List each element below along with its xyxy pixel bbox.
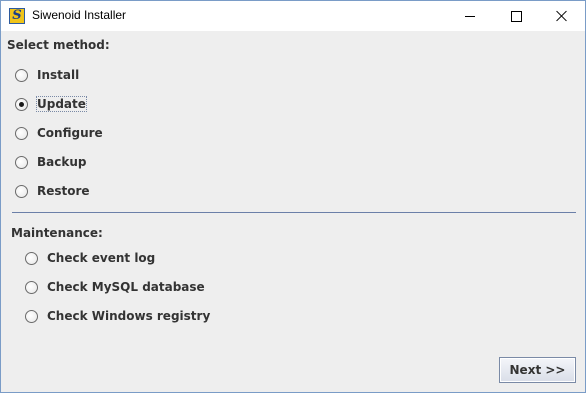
radio-update[interactable]: Update bbox=[15, 94, 87, 114]
maximize-button[interactable] bbox=[493, 1, 539, 31]
radio-label: Backup bbox=[37, 155, 87, 169]
radio-label: Configure bbox=[37, 126, 103, 140]
radio-label: Check MySQL database bbox=[47, 280, 205, 294]
radio-button[interactable] bbox=[15, 155, 28, 169]
radio-backup[interactable]: Backup bbox=[15, 152, 87, 172]
section-separator bbox=[12, 212, 576, 213]
radio-label: Update bbox=[36, 96, 87, 112]
radio-install[interactable]: Install bbox=[15, 65, 80, 85]
maximize-icon bbox=[510, 10, 522, 22]
close-button[interactable] bbox=[539, 1, 585, 31]
installer-window: S Siwenoid Installer Select method: Inst… bbox=[0, 0, 586, 393]
radio-button[interactable] bbox=[25, 309, 38, 323]
radio-button[interactable] bbox=[15, 68, 28, 82]
minimize-icon bbox=[465, 15, 475, 17]
radio-restore[interactable]: Restore bbox=[15, 181, 91, 201]
maintenance-heading: Maintenance: bbox=[11, 226, 103, 240]
radio-label: Check Windows registry bbox=[47, 309, 211, 323]
radio-button[interactable] bbox=[15, 126, 28, 140]
radio-button[interactable] bbox=[15, 184, 28, 198]
next-button[interactable]: Next >> bbox=[499, 357, 576, 383]
radio-button[interactable] bbox=[25, 251, 38, 265]
title-bar[interactable]: S Siwenoid Installer bbox=[1, 1, 585, 31]
close-icon bbox=[556, 10, 568, 22]
window-title: Siwenoid Installer bbox=[32, 8, 127, 22]
app-logo-icon: S bbox=[9, 8, 25, 24]
minimize-button[interactable] bbox=[447, 1, 493, 31]
radio-configure[interactable]: Configure bbox=[15, 123, 104, 143]
radio-label: Install bbox=[37, 68, 80, 82]
radio-check-windows-registry[interactable]: Check Windows registry bbox=[25, 306, 211, 326]
select-method-heading: Select method: bbox=[7, 38, 110, 52]
radio-button[interactable] bbox=[25, 280, 38, 294]
radio-check-mysql-database[interactable]: Check MySQL database bbox=[25, 277, 206, 297]
radio-check-event-log[interactable]: Check event log bbox=[25, 248, 156, 268]
radio-label: Restore bbox=[37, 184, 90, 198]
radio-button-selected[interactable] bbox=[15, 97, 28, 111]
radio-label: Check event log bbox=[47, 251, 156, 265]
